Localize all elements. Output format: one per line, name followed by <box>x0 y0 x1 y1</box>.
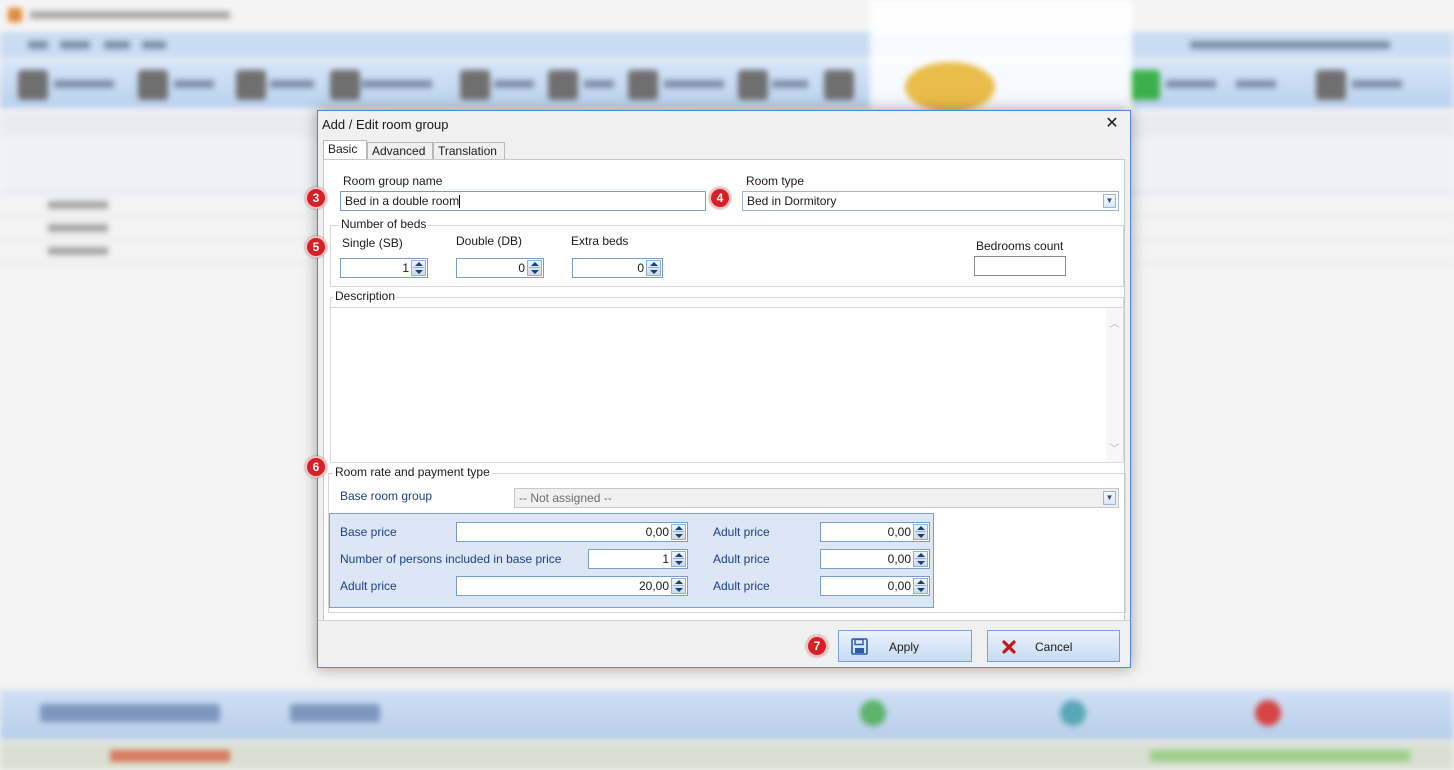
bg-menu-bar <box>0 32 1454 58</box>
button-separator <box>318 620 1130 621</box>
adult-price-stepper[interactable]: 20,00 <box>456 576 688 596</box>
single-beds-stepper[interactable]: 1 <box>340 258 428 278</box>
base-room-group-select[interactable]: -- Not assigned -- ▼ <box>514 488 1119 508</box>
scroll-up-icon[interactable]: ︿ <box>1106 316 1123 333</box>
room-type-select[interactable]: Bed in Dormitory ▼ <box>742 191 1119 211</box>
step-marker-7: 7 <box>806 635 828 657</box>
apply-button-label: Apply <box>889 640 920 654</box>
step-marker-3: 3 <box>305 187 327 209</box>
bg-title-bar <box>0 0 1454 30</box>
apply-button[interactable]: Apply <box>838 630 972 662</box>
extra-beds-label: Extra beds <box>571 234 629 248</box>
persons-included-stepper[interactable]: 1 <box>588 549 688 569</box>
tab-translation[interactable]: Translation <box>433 142 505 160</box>
dialog-title: Add / Edit room group <box>322 117 449 132</box>
spin-arrows-icon[interactable] <box>527 260 542 276</box>
bg-footer-bar <box>0 742 1454 770</box>
persons-included-label: Number of persons included in base price <box>340 552 562 566</box>
description-label: Description <box>333 289 398 303</box>
adult-price-label: Adult price <box>713 579 770 593</box>
base-room-group-label: Base room group <box>340 489 433 503</box>
step-marker-6: 6 <box>305 456 327 478</box>
spin-arrows-icon[interactable] <box>913 524 928 540</box>
tab-basic[interactable]: Basic <box>323 140 367 160</box>
double-beds-label: Double (DB) <box>456 234 523 248</box>
step-marker-4: 4 <box>709 187 731 209</box>
floppy-disk-icon <box>851 638 868 655</box>
adult-price-label: Adult price <box>713 552 770 566</box>
adult-price-label: Adult price <box>713 525 770 539</box>
cancel-button[interactable]: Cancel <box>987 630 1120 662</box>
description-textarea[interactable]: ︿ ﹀ <box>330 307 1124 463</box>
base-price-stepper[interactable]: 0,00 <box>456 522 688 542</box>
number-of-beds-label: Number of beds <box>339 217 429 231</box>
extra-beds-stepper[interactable]: 0 <box>572 258 663 278</box>
bedrooms-count-input[interactable] <box>974 256 1066 276</box>
spin-arrows-icon[interactable] <box>913 551 928 567</box>
room-group-name-input[interactable]: Bed in a double room <box>340 191 706 211</box>
red-x-icon <box>1002 640 1016 654</box>
description-scrollbar[interactable]: ︿ ﹀ <box>1106 308 1123 462</box>
double-beds-stepper[interactable]: 0 <box>456 258 544 278</box>
adult-price-stepper[interactable]: 0,00 <box>820 522 930 542</box>
bg-toolbar <box>0 60 1454 108</box>
scroll-down-icon[interactable]: ﹀ <box>1106 441 1123 458</box>
cancel-button-label: Cancel <box>1035 640 1073 654</box>
room-rate-label: Room rate and payment type <box>333 465 492 479</box>
adult-price-stepper[interactable]: 0,00 <box>820 576 930 596</box>
chevron-down-icon[interactable]: ▼ <box>1103 491 1116 505</box>
spin-arrows-icon[interactable] <box>671 524 686 540</box>
bedrooms-count-label: Bedrooms count <box>976 239 1064 253</box>
base-price-label: Base price <box>340 525 397 539</box>
chevron-down-icon[interactable]: ▼ <box>1103 194 1116 208</box>
bg-status-bar <box>0 690 1454 740</box>
close-icon[interactable]: ✕ <box>1102 114 1122 134</box>
spin-arrows-icon[interactable] <box>671 578 686 594</box>
spin-arrows-icon[interactable] <box>646 260 661 276</box>
room-type-label: Room type <box>746 174 805 188</box>
single-beds-label: Single (SB) <box>342 236 403 250</box>
spin-arrows-icon[interactable] <box>913 578 928 594</box>
room-group-name-label: Room group name <box>343 174 443 188</box>
adult-price-stepper[interactable]: 0,00 <box>820 549 930 569</box>
step-marker-5: 5 <box>305 236 327 258</box>
adult-price-label: Adult price <box>340 579 397 593</box>
tab-advanced[interactable]: Advanced <box>367 142 433 160</box>
spin-arrows-icon[interactable] <box>671 551 686 567</box>
spin-arrows-icon[interactable] <box>411 260 426 276</box>
